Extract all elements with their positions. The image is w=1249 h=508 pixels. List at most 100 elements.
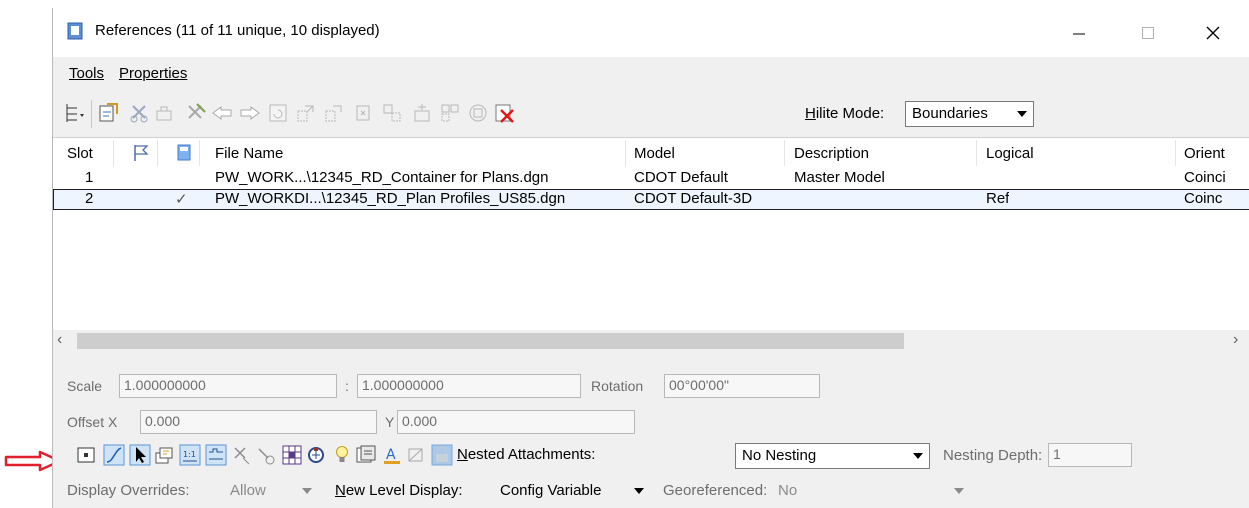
display-overrides-value: Allow xyxy=(230,482,266,499)
attach-reference-icon[interactable] xyxy=(97,102,119,124)
menu-tools[interactable]: Tools xyxy=(69,65,104,82)
lock-icon[interactable] xyxy=(431,444,453,466)
maximize-button[interactable] xyxy=(1125,8,1171,57)
column-separator xyxy=(1175,140,1176,166)
tree-list-icon[interactable] xyxy=(63,102,85,124)
title-bar: References (11 of 11 unique, 10 displaye… xyxy=(53,8,1249,57)
chevron-down-icon xyxy=(913,453,923,459)
scrollbar-thumb[interactable] xyxy=(77,333,904,349)
scale-field-2[interactable]: 1.000000000 xyxy=(357,374,581,398)
grid-icon[interactable] xyxy=(281,444,303,466)
nested-attachments-label: Nested Attachments: xyxy=(457,446,596,463)
column-header-orient[interactable]: Orient xyxy=(1184,138,1225,168)
georeferenced-value: No xyxy=(778,482,798,499)
reference-frame-icon[interactable] xyxy=(75,444,97,466)
hilite-mode-label: Hilite Mode: xyxy=(805,105,885,122)
transparency-icon[interactable] xyxy=(405,444,427,466)
true-scale-icon[interactable]: 1:1 xyxy=(179,444,201,466)
mirror-vertical-icon[interactable] xyxy=(353,102,375,124)
hilite-mode-value: Boundaries xyxy=(912,105,988,122)
nesting-depth-label: Nesting Depth: xyxy=(943,447,1043,464)
copy-icon[interactable] xyxy=(211,102,233,124)
nested-attachments-dropdown[interactable]: No Nesting xyxy=(735,443,930,469)
lock-layers-icon[interactable] xyxy=(153,444,175,466)
display-raster-icon[interactable] xyxy=(305,444,327,466)
toolbar-separator xyxy=(91,100,92,128)
locate-pointer-icon[interactable] xyxy=(129,444,151,466)
offset-y-field[interactable]: 0.000 xyxy=(397,410,635,434)
scale-colon: : xyxy=(345,378,349,394)
display-overrides-label: Display Overrides: xyxy=(67,482,190,499)
description-cell: Master Model xyxy=(794,169,885,186)
back-arrow-icon[interactable] xyxy=(239,102,261,124)
clip-back-icon[interactable] xyxy=(467,102,489,124)
delete-clip-icon[interactable] xyxy=(493,102,515,124)
horizontal-scrollbar[interactable]: ‹ › xyxy=(53,330,1249,352)
table-row-selected[interactable]: 2 ✓ PW_WORKDI...\12345_RD_Plan Profiles_… xyxy=(53,189,1249,210)
column-separator xyxy=(976,140,977,166)
flag-icon[interactable] xyxy=(133,144,149,162)
minimize-icon xyxy=(1073,33,1085,34)
column-header-logical[interactable]: Logical xyxy=(986,138,1034,168)
new-level-display-label: New Level Display: xyxy=(335,482,463,499)
ignore-attachment-icon[interactable] xyxy=(231,444,253,466)
references-window: References (11 of 11 unique, 10 displaye… xyxy=(52,8,1249,508)
treat-as-element-icon[interactable] xyxy=(255,444,277,466)
offset-x-field[interactable]: 0.000 xyxy=(140,410,377,434)
check-icon: ✓ xyxy=(175,191,188,208)
column-separator xyxy=(157,140,158,166)
column-header-file-name[interactable]: File Name xyxy=(215,138,283,168)
clip-mask-icon[interactable] xyxy=(411,102,433,124)
column-separator xyxy=(113,140,114,166)
references-list: Slot File Name Model Description Logical… xyxy=(53,137,1249,330)
column-separator xyxy=(625,140,626,166)
svg-text:1:1: 1:1 xyxy=(183,450,196,459)
clip-front-icon[interactable] xyxy=(439,102,461,124)
move-icon[interactable] xyxy=(185,102,207,124)
clip-boundary-icon[interactable] xyxy=(381,102,403,124)
chevron-down-icon xyxy=(634,488,644,494)
rotate-icon[interactable] xyxy=(267,102,289,124)
logical-cell: Ref xyxy=(986,190,1010,207)
close-icon xyxy=(1206,26,1220,39)
orient-cell: Coinci xyxy=(1184,169,1226,186)
column-header-slot[interactable]: Slot xyxy=(67,138,93,168)
column-separator xyxy=(199,140,200,166)
mirror-horizontal-icon[interactable] xyxy=(323,102,345,124)
menu-properties[interactable]: Properties xyxy=(119,65,187,82)
snap-curve-icon[interactable] xyxy=(103,444,125,466)
reload-icon[interactable] xyxy=(153,102,175,124)
slot-cell: 2 xyxy=(85,190,94,207)
light-bulb-icon[interactable] xyxy=(331,444,353,466)
rotation-field[interactable]: 00°00'00" xyxy=(664,374,820,398)
slot-cell: 1 xyxy=(85,169,94,186)
display-overrides-dropdown[interactable]: Allow xyxy=(223,478,319,504)
maximize-icon xyxy=(1142,26,1154,39)
scroll-right-icon[interactable]: › xyxy=(1233,331,1238,349)
scale-field-1[interactable]: 1.000000000 xyxy=(119,374,337,398)
scale-line-styles-icon[interactable] xyxy=(205,444,227,466)
table-row[interactable]: 1 PW_WORK...\12345_RD_Container for Plan… xyxy=(53,168,1249,189)
nested-attachments-value: No Nesting xyxy=(742,447,817,464)
chevron-down-icon xyxy=(954,488,964,494)
menu-bar: Tools Properties xyxy=(53,57,1249,92)
detach-icon[interactable] xyxy=(129,102,151,124)
nesting-depth-field[interactable]: 1 xyxy=(1048,443,1132,467)
new-level-display-value: Config Variable xyxy=(500,482,602,499)
close-button[interactable] xyxy=(1190,8,1236,57)
display-column-icon[interactable] xyxy=(177,144,191,161)
georeferenced-dropdown[interactable]: No xyxy=(771,478,971,504)
model-cell: CDOT Default-3D xyxy=(634,190,753,207)
text-color-icon[interactable]: A xyxy=(381,444,403,466)
column-header-model[interactable]: Model xyxy=(634,138,675,168)
scroll-left-icon[interactable]: ‹ xyxy=(57,331,62,349)
background-document-strip xyxy=(0,0,1249,8)
svg-text:A: A xyxy=(386,447,396,463)
new-level-display-dropdown[interactable]: Config Variable xyxy=(493,478,651,504)
column-header-description[interactable]: Description xyxy=(794,138,869,168)
hilite-mode-dropdown[interactable]: Boundaries xyxy=(905,101,1034,127)
scale-icon[interactable] xyxy=(295,102,317,124)
minimize-button[interactable] xyxy=(1056,8,1102,57)
display-priority-icon[interactable] xyxy=(355,444,377,466)
window-title: References (11 of 11 unique, 10 displaye… xyxy=(95,22,380,39)
